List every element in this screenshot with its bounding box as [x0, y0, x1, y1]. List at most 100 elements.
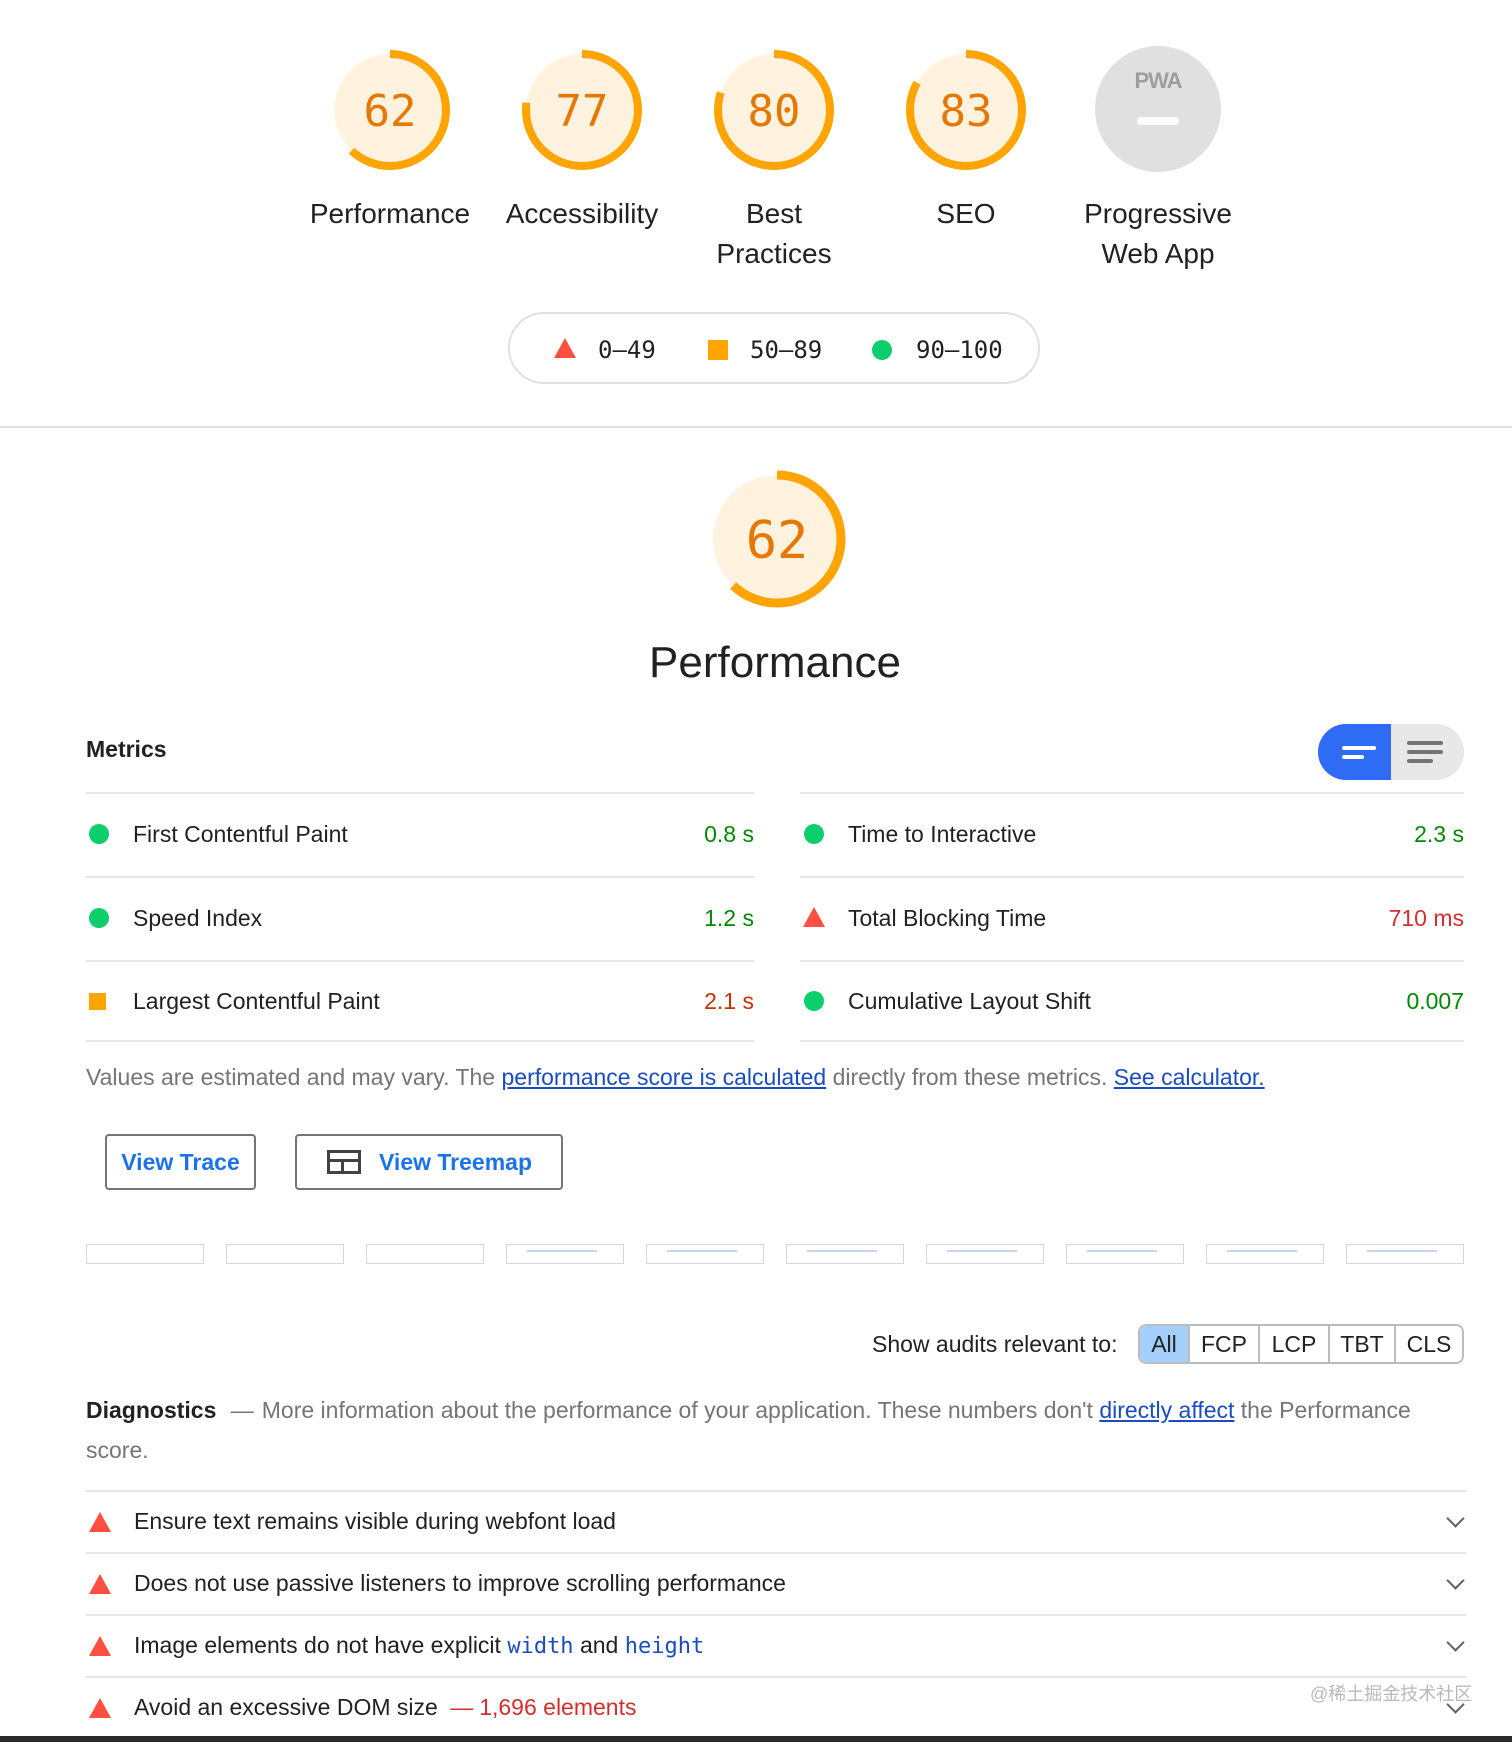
- section-divider: [0, 426, 1512, 428]
- performance-title: Performance: [649, 638, 901, 687]
- filmstrip-frame[interactable]: [786, 1244, 904, 1264]
- fail-triangle-icon: [89, 1636, 111, 1656]
- performance-main-ring: 62: [708, 470, 846, 608]
- pass-circle-icon: [89, 824, 109, 844]
- see-calculator-link[interactable]: See calculator.: [1114, 1064, 1265, 1090]
- gauge-performance-ring: 62: [330, 50, 450, 170]
- gauge-label: Performance: [309, 198, 471, 229]
- metric-label: Speed Index: [133, 905, 263, 931]
- audit-title-text: and: [573, 1632, 625, 1658]
- gauge-best-practices[interactable]: 80 Best Practices: [678, 44, 870, 274]
- metric-label: First Contentful Paint: [133, 821, 348, 847]
- pwa-badge-text: PWA: [1134, 68, 1182, 93]
- legend-pass-range: 90–100: [916, 336, 1003, 364]
- audit-title: Does not use passive listeners to improv…: [134, 1570, 786, 1596]
- fail-triangle-icon: [554, 338, 576, 358]
- pass-circle-icon: [872, 340, 892, 360]
- audit-filter-label: Show audits relevant to:: [872, 1331, 1118, 1357]
- gauge-best-practices-ring: 80: [714, 50, 834, 170]
- filmstrip-frame[interactable]: [1066, 1244, 1184, 1264]
- directly-affect-link[interactable]: directly affect: [1099, 1397, 1234, 1423]
- filmstrip-frame[interactable]: [506, 1244, 624, 1264]
- filter-chip-tbt[interactable]: TBT: [1330, 1326, 1396, 1362]
- metric-value: 2.1 s: [704, 988, 754, 1014]
- audit-title-text: Avoid an excessive DOM size: [134, 1694, 438, 1720]
- filmstrip-frame[interactable]: [926, 1244, 1044, 1264]
- compact-view-icon: [1342, 746, 1376, 750]
- audit-title: Avoid an excessive DOM size —1,696 eleme…: [134, 1694, 636, 1721]
- metric-value: 2.3 s: [1414, 821, 1464, 847]
- filmstrip-frame[interactable]: [366, 1244, 484, 1264]
- audit-title-text: Image elements do not have explicit: [134, 1632, 508, 1658]
- gauge-score: 83: [940, 86, 993, 137]
- audit-image-dimensions[interactable]: Image elements do not have explicit widt…: [86, 1616, 1466, 1676]
- filmstrip-frame[interactable]: [1346, 1244, 1464, 1264]
- filter-chip-all[interactable]: All: [1140, 1326, 1190, 1362]
- gauge-label: SEO: [936, 198, 996, 229]
- expanded-view-icon-line: [1407, 750, 1443, 754]
- audit-dom-size[interactable]: Avoid an excessive DOM size —1,696 eleme…: [86, 1678, 1466, 1738]
- filter-chip-fcp[interactable]: FCP: [1190, 1326, 1260, 1362]
- audit-passive-listeners[interactable]: Does not use passive listeners to improv…: [86, 1554, 1466, 1614]
- metric-value: 0.007: [1406, 988, 1464, 1014]
- code-width: width: [507, 1634, 574, 1659]
- gauge-score: 80: [748, 86, 801, 137]
- metrics-view-toggle[interactable]: [1318, 724, 1464, 780]
- bottom-edge: [0, 1736, 1512, 1742]
- metric-divider: [800, 960, 1464, 962]
- metric-divider: [800, 1040, 1464, 1042]
- metric-divider: [86, 960, 754, 962]
- gauge-performance[interactable]: 62 Performance: [294, 44, 486, 234]
- gauge-score: 62: [364, 86, 417, 137]
- frame-content: [807, 1250, 877, 1252]
- frame-content: [1367, 1250, 1437, 1252]
- gauge-pwa[interactable]: PWA Progressive Web App: [1062, 46, 1254, 274]
- metric-label: Cumulative Layout Shift: [848, 988, 1091, 1014]
- audit-title: Image elements do not have explicit widt…: [134, 1632, 704, 1659]
- frame-content: [947, 1250, 1017, 1252]
- view-treemap-button[interactable]: View Treemap: [295, 1134, 563, 1190]
- frame-content: [1227, 1250, 1297, 1252]
- metric-divider: [86, 792, 754, 794]
- gauge-accessibility[interactable]: 77 Accessibility: [486, 44, 678, 234]
- pass-circle-icon: [804, 991, 824, 1011]
- filmstrip-frame[interactable]: [1206, 1244, 1324, 1264]
- filmstrip-frame[interactable]: [646, 1244, 764, 1264]
- metric-label: Largest Contentful Paint: [133, 988, 380, 1014]
- performance-main-gauge: 62: [704, 466, 850, 612]
- note-prefix: Values are estimated and may vary. The: [86, 1064, 502, 1090]
- metric-value: 710 ms: [1388, 905, 1464, 931]
- diagnostics-description: More information about the performance o…: [261, 1397, 1100, 1423]
- compact-view-icon-line: [1342, 755, 1364, 759]
- view-trace-button[interactable]: View Trace: [105, 1134, 256, 1190]
- fail-triangle-icon: [89, 1512, 111, 1532]
- chevron-down-icon: [1446, 1571, 1465, 1590]
- gauge-label: Best Practices: [716, 198, 832, 269]
- filmstrip-frame[interactable]: [226, 1244, 344, 1264]
- gauge-label: Progressive Web App: [1084, 198, 1232, 269]
- frame-content: [667, 1250, 737, 1252]
- filter-chip-cls[interactable]: CLS: [1396, 1326, 1462, 1362]
- filmstrip-frame[interactable]: [86, 1244, 204, 1264]
- metrics-heading: Metrics: [86, 736, 167, 762]
- score-calculated-link[interactable]: performance score is calculated: [501, 1064, 826, 1090]
- expanded-view-button[interactable]: [1391, 724, 1464, 780]
- performance-main-score: 62: [746, 511, 809, 571]
- metric-divider: [86, 1040, 754, 1042]
- gauge-seo[interactable]: 83 SEO: [870, 44, 1062, 234]
- filter-chip-lcp[interactable]: LCP: [1260, 1326, 1330, 1362]
- metric-label: Time to Interactive: [848, 821, 1037, 847]
- pwa-badge: PWA: [1095, 46, 1221, 172]
- legend-fail-range: 0–49: [598, 336, 656, 364]
- average-square-icon: [708, 340, 728, 360]
- gauge-seo-ring: 83: [906, 50, 1026, 170]
- audit-webfont[interactable]: Ensure text remains visible during webfo…: [86, 1492, 1466, 1552]
- audit-filter-chips: All FCP LCP TBT CLS: [1138, 1324, 1464, 1364]
- compact-view-button[interactable]: [1318, 724, 1391, 780]
- gauge-accessibility-ring: 77: [522, 50, 642, 170]
- metrics-note: Values are estimated and may vary. The p…: [86, 1064, 1265, 1091]
- fail-triangle-icon: [89, 1698, 111, 1718]
- chevron-down-icon: [1446, 1509, 1465, 1528]
- treemap-icon-line: [330, 1159, 358, 1162]
- audit-title: Ensure text remains visible during webfo…: [134, 1508, 616, 1534]
